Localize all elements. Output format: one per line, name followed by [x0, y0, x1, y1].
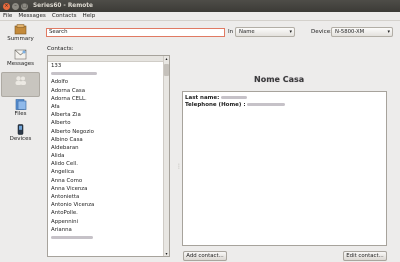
list-item-label: Aldebaran [51, 144, 79, 151]
sidebar-item-summary[interactable]: Summary [1, 22, 40, 47]
device-value: N-5800-XM [335, 29, 365, 35]
list-item[interactable]: Adolfo [48, 78, 169, 86]
list-item-label: Alido Cell. [51, 161, 78, 168]
summary-icon [14, 24, 27, 35]
list-item-label: Adorna Casa [51, 87, 86, 94]
edit-contact-button[interactable]: Edit contact... [343, 251, 387, 261]
menu-messages[interactable]: Messages [18, 13, 45, 19]
contact-detail-panel: Last name: Telephone (Home) : [182, 91, 387, 246]
scroll-down-icon[interactable]: ▾ [164, 251, 169, 256]
search-input[interactable]: Search [46, 28, 225, 37]
contacts-label: Contacts: [47, 46, 74, 52]
list-item[interactable]: Adorna Casa [48, 87, 169, 95]
sidebar-label: Summary [7, 36, 34, 42]
list-item[interactable]: Angelica [48, 168, 169, 176]
list-item[interactable]: Adorna CELL. [48, 95, 169, 103]
list-item-label: Alberto [51, 120, 71, 127]
search-field-value: Name [239, 29, 255, 35]
list-item[interactable]: Albino Casa [48, 136, 169, 144]
minimize-icon[interactable]: – [12, 2, 19, 10]
sidebar-label: Files [14, 111, 27, 117]
devices-icon [17, 124, 24, 135]
list-item-label: Albino Casa [51, 136, 83, 143]
list-item[interactable]: Antonio Vicenza [48, 201, 169, 209]
device-select[interactable]: N-5800-XM ▾ [331, 27, 393, 37]
list-item[interactable]: Alido Cell. [48, 160, 169, 168]
list-item[interactable]: Anna Vicenza [48, 185, 169, 193]
list-item-label: AntoPolle. [51, 210, 78, 217]
menu-file[interactable]: File [3, 13, 12, 19]
redacted-value [247, 103, 286, 106]
list-item[interactable]: Arianna [48, 226, 169, 234]
list-item[interactable] [48, 234, 169, 242]
window-title: Series60 - Remote [33, 3, 93, 9]
list-item[interactable]: Afa [48, 103, 169, 111]
close-icon[interactable]: × [3, 2, 10, 10]
search-field-select[interactable]: Name ▾ [235, 27, 295, 37]
list-item[interactable]: 133 [48, 62, 169, 70]
chevron-down-icon: ▾ [387, 29, 390, 35]
list-item-label: Antonio Vicenza [51, 202, 95, 209]
list-item[interactable]: Appennini [48, 218, 169, 226]
contacts-list[interactable]: 133 Adolfo Adorna Casa Adorna CELL. Afa Alber… [47, 55, 170, 257]
list-item-label: Appennini [51, 218, 79, 225]
last-name-label: Last name: [185, 95, 220, 101]
list-item[interactable]: AntoPolle. [48, 209, 169, 217]
list-item-label: Anna Como [51, 177, 83, 184]
list-item[interactable]: Aldebaran [48, 144, 169, 152]
list-item[interactable]: Alida [48, 152, 169, 160]
chevron-down-icon: ▾ [289, 29, 292, 35]
sidebar-label: Messages [7, 61, 34, 67]
sidebar-item-devices[interactable]: Devices [1, 122, 40, 147]
list-item[interactable]: Alberto Negozio [48, 128, 169, 136]
contact-title: Nome Casa [254, 75, 305, 84]
list-items: 133 Adolfo Adorna Casa Adorna CELL. Afa Alber… [48, 62, 169, 242]
menu-help[interactable]: Help [83, 13, 96, 19]
client-area: Summary Messages Files Devices Search In… [0, 21, 400, 262]
redacted-value [51, 235, 93, 239]
in-label: In [228, 29, 234, 35]
last-name-row: Last name: [185, 95, 384, 102]
list-item-label: Arianna [51, 226, 72, 233]
sidebar: Summary Messages Files Devices [1, 22, 40, 260]
list-item-label: Alida [51, 153, 65, 160]
list-item[interactable]: Alberto [48, 119, 169, 127]
list-item-label: Adolfo [51, 79, 69, 86]
list-item-label: Alberta Zia [51, 112, 81, 119]
telephone-label: Telephone (Home) : [185, 102, 246, 108]
list-item[interactable] [48, 70, 169, 78]
list-item-label: Antonietta [51, 194, 80, 200]
list-item[interactable]: Antonietta [48, 193, 169, 201]
contacts-icon [15, 76, 26, 85]
list-item-label: Alberto Negozio [51, 128, 94, 135]
scroll-thumb[interactable] [164, 64, 169, 76]
list-item[interactable]: Alberta Zia [48, 111, 169, 119]
sidebar-item-files[interactable]: Files [1, 97, 40, 122]
telephone-row: Telephone (Home) : [185, 102, 384, 109]
redacted-value [221, 96, 248, 99]
vertical-scrollbar[interactable]: ▴ ▾ [163, 56, 169, 256]
scroll-up-icon[interactable]: ▴ [164, 56, 169, 61]
list-item-label: Angelica [51, 169, 75, 176]
device-label: Device: [311, 29, 333, 35]
list-item[interactable]: Anna Como [48, 177, 169, 185]
title-bar: × – □ Series60 - Remote [0, 0, 400, 12]
maximize-icon[interactable]: □ [21, 2, 28, 10]
sidebar-item-contacts[interactable] [1, 72, 40, 97]
add-contact-button[interactable]: Add contact... [183, 251, 227, 261]
messages-icon [14, 49, 27, 60]
files-icon [15, 99, 27, 110]
menu-contacts[interactable]: Contacts [52, 13, 77, 19]
redacted-value [51, 72, 97, 76]
list-item-label: 133 [51, 63, 62, 69]
list-item-label: Anna Vicenza [51, 185, 88, 192]
sidebar-item-messages[interactable]: Messages [1, 47, 40, 72]
list-item-label: Afa [51, 103, 60, 110]
menu-bar: File Messages Contacts Help [0, 12, 400, 21]
list-item-label: Adorna CELL. [51, 95, 87, 102]
search-toolbar: Search In Name ▾ Device: N-5800-XM ▾ [44, 26, 396, 38]
sidebar-label: Devices [9, 136, 32, 142]
